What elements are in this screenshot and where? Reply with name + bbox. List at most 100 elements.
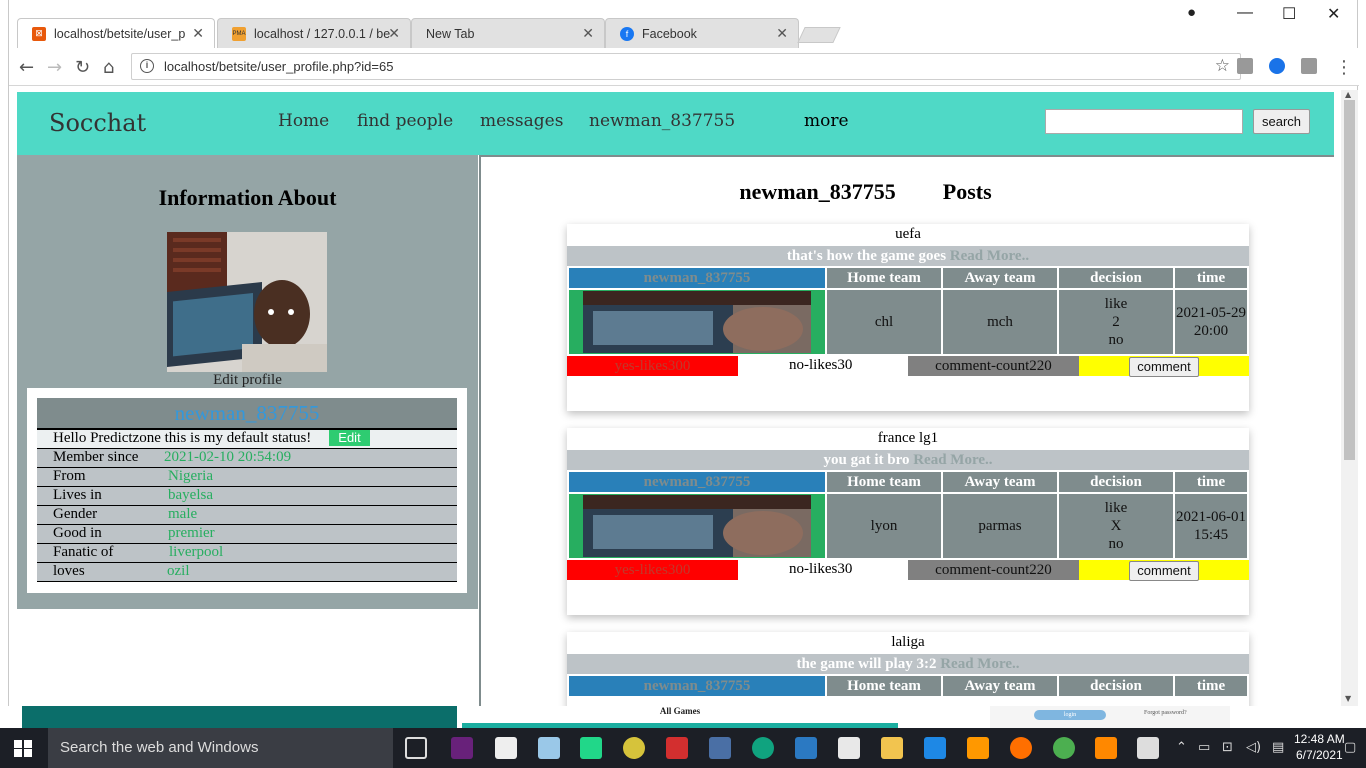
forward-icon[interactable]: → [47, 57, 62, 78]
app-icon[interactable] [538, 737, 560, 759]
taskbar-clock[interactable]: 12:48 AM 6/7/2021 [1294, 731, 1345, 763]
login-button[interactable]: login [1034, 710, 1106, 720]
maximize-icon[interactable]: ☐ [1282, 4, 1296, 24]
close-tab-icon[interactable]: ✕ [776, 25, 788, 42]
background-window-strip [22, 706, 457, 728]
no-likes-button[interactable]: no-likes30 [789, 356, 852, 374]
time-header: time [1175, 268, 1247, 288]
taskbar-search[interactable]: Search the web and Windows [48, 728, 393, 768]
tab-user-profile[interactable]: ⊠ localhost/betsite/user_p ✕ [17, 18, 215, 48]
back-icon[interactable]: ← [19, 57, 34, 78]
close-tab-icon[interactable]: ✕ [388, 25, 400, 42]
tab-title: Facebook [642, 26, 697, 41]
post-user[interactable]: newman_837755 [569, 268, 825, 288]
reload-icon[interactable]: ↻ [75, 57, 90, 78]
comment-button[interactable]: comment [1129, 561, 1199, 581]
comment-button[interactable]: comment [1129, 357, 1199, 377]
page-scrollbar[interactable]: ▲ ▼ [1341, 90, 1358, 706]
close-tab-icon[interactable]: ✕ [582, 25, 594, 42]
tab-facebook[interactable]: f Facebook ✕ [605, 18, 799, 48]
bookmark-star-icon[interactable]: ☆ [1215, 56, 1230, 76]
tray-chevron-icon[interactable]: ⌃ [1176, 740, 1187, 755]
close-tab-icon[interactable]: ✕ [192, 25, 204, 42]
post-actions: yes-likes300 no-likes30 comment-count220… [567, 560, 1249, 582]
vlc-icon[interactable] [1095, 737, 1117, 759]
tab-phpmyadmin[interactable]: PMA localhost / 127.0.0.1 / be ✕ [217, 18, 411, 48]
field-value: ozil [167, 563, 190, 579]
nav-messages[interactable]: messages [480, 111, 563, 131]
app-icon[interactable] [623, 737, 645, 759]
atom-icon[interactable] [752, 737, 774, 759]
volume-icon[interactable]: ◁) [1246, 740, 1261, 755]
nav-more[interactable]: more [804, 111, 849, 131]
site-info-icon[interactable]: i [140, 59, 154, 73]
home-team-header: Home team [827, 268, 941, 288]
home-team: lyon [827, 494, 941, 558]
forgot-password-link[interactable]: Forgot password? [1144, 710, 1187, 716]
extension-icon[interactable] [1237, 58, 1253, 74]
post-user[interactable]: newman_837755 [569, 472, 825, 492]
tab-new-tab[interactable]: New Tab ✕ [411, 18, 605, 48]
decision-line: X [1110, 518, 1122, 534]
nav-username[interactable]: newman_837755 [589, 111, 735, 131]
post-card: france lg1 you gat it bro Read More.. ne… [567, 428, 1249, 615]
decision-line: 2 [1112, 314, 1120, 330]
comment-count: comment-count220 [908, 560, 1079, 580]
app-icon[interactable] [709, 737, 731, 759]
menu-icon[interactable]: ⋮ [1335, 57, 1353, 78]
chrome-icon[interactable] [1053, 737, 1075, 759]
site-logo[interactable]: Socchat [49, 109, 146, 137]
yes-likes-button[interactable]: yes-likes300 [567, 356, 738, 376]
address-bar-row: ← → ↻ ⌂ i localhost/betsite/user_profile… [9, 48, 1359, 86]
post-message: that's how the game goes Read More.. [567, 246, 1249, 266]
yes-likes-button[interactable]: yes-likes300 [567, 560, 738, 580]
no-likes-button[interactable]: no-likes30 [789, 560, 852, 578]
close-window-icon[interactable]: ✕ [1327, 4, 1340, 24]
scroll-thumb[interactable] [1344, 100, 1355, 460]
search-input[interactable] [1045, 109, 1243, 134]
acrobat-icon[interactable] [666, 737, 688, 759]
scroll-down-icon[interactable]: ▼ [1345, 694, 1351, 703]
home-icon[interactable]: ⌂ [103, 57, 114, 78]
app-icon[interactable] [838, 737, 860, 759]
battery-icon[interactable]: ▭ [1198, 740, 1210, 755]
decision-line: like [1104, 500, 1128, 516]
search-button[interactable]: search [1253, 109, 1310, 134]
app-icon[interactable] [795, 737, 817, 759]
notifications-icon[interactable]: ▤ [1272, 740, 1284, 755]
edit-profile-link[interactable]: Edit profile [17, 372, 478, 389]
avatar [167, 232, 327, 372]
profile-icon[interactable]: ● [1187, 4, 1196, 21]
game-time: 2021-05-29 20:00 [1175, 290, 1247, 354]
camera-icon[interactable] [495, 737, 517, 759]
post-user[interactable]: newman_837755 [569, 676, 825, 696]
background-window-strip: All Games [462, 706, 898, 728]
pycharm-icon[interactable] [580, 737, 602, 759]
windows-start-icon[interactable] [14, 740, 32, 757]
vscode-icon[interactable] [924, 737, 946, 759]
post-image [569, 494, 825, 558]
scroll-up-icon[interactable]: ▲ [1345, 90, 1351, 99]
extension-icon[interactable] [1301, 58, 1317, 74]
home-team-header: Home team [827, 676, 941, 696]
photos-icon[interactable] [1137, 737, 1159, 759]
visual-studio-icon[interactable] [451, 737, 473, 759]
nav-find-people[interactable]: find people [357, 111, 453, 131]
minimize-icon[interactable]: — [1237, 4, 1253, 22]
edit-status-button[interactable]: Edit [329, 430, 370, 447]
task-view-icon[interactable] [405, 737, 427, 759]
sublime-text-icon[interactable] [967, 737, 989, 759]
action-center-icon[interactable]: ▢ [1344, 740, 1356, 755]
file-explorer-icon[interactable] [881, 737, 903, 759]
read-more-link[interactable]: Read More.. [913, 452, 992, 468]
url-input[interactable]: i localhost/betsite/user_profile.php?id=… [131, 53, 1241, 80]
nav-home[interactable]: Home [278, 111, 329, 131]
read-more-link[interactable]: Read More.. [940, 656, 1019, 672]
new-tab-button[interactable] [797, 27, 841, 43]
network-icon[interactable]: ⊡ [1222, 740, 1233, 755]
away-team-header: Away team [943, 676, 1057, 696]
field-label: Lives in [53, 487, 102, 503]
read-more-link[interactable]: Read More.. [950, 248, 1029, 264]
extension-search-icon[interactable] [1269, 58, 1285, 74]
firefox-icon[interactable] [1010, 737, 1032, 759]
